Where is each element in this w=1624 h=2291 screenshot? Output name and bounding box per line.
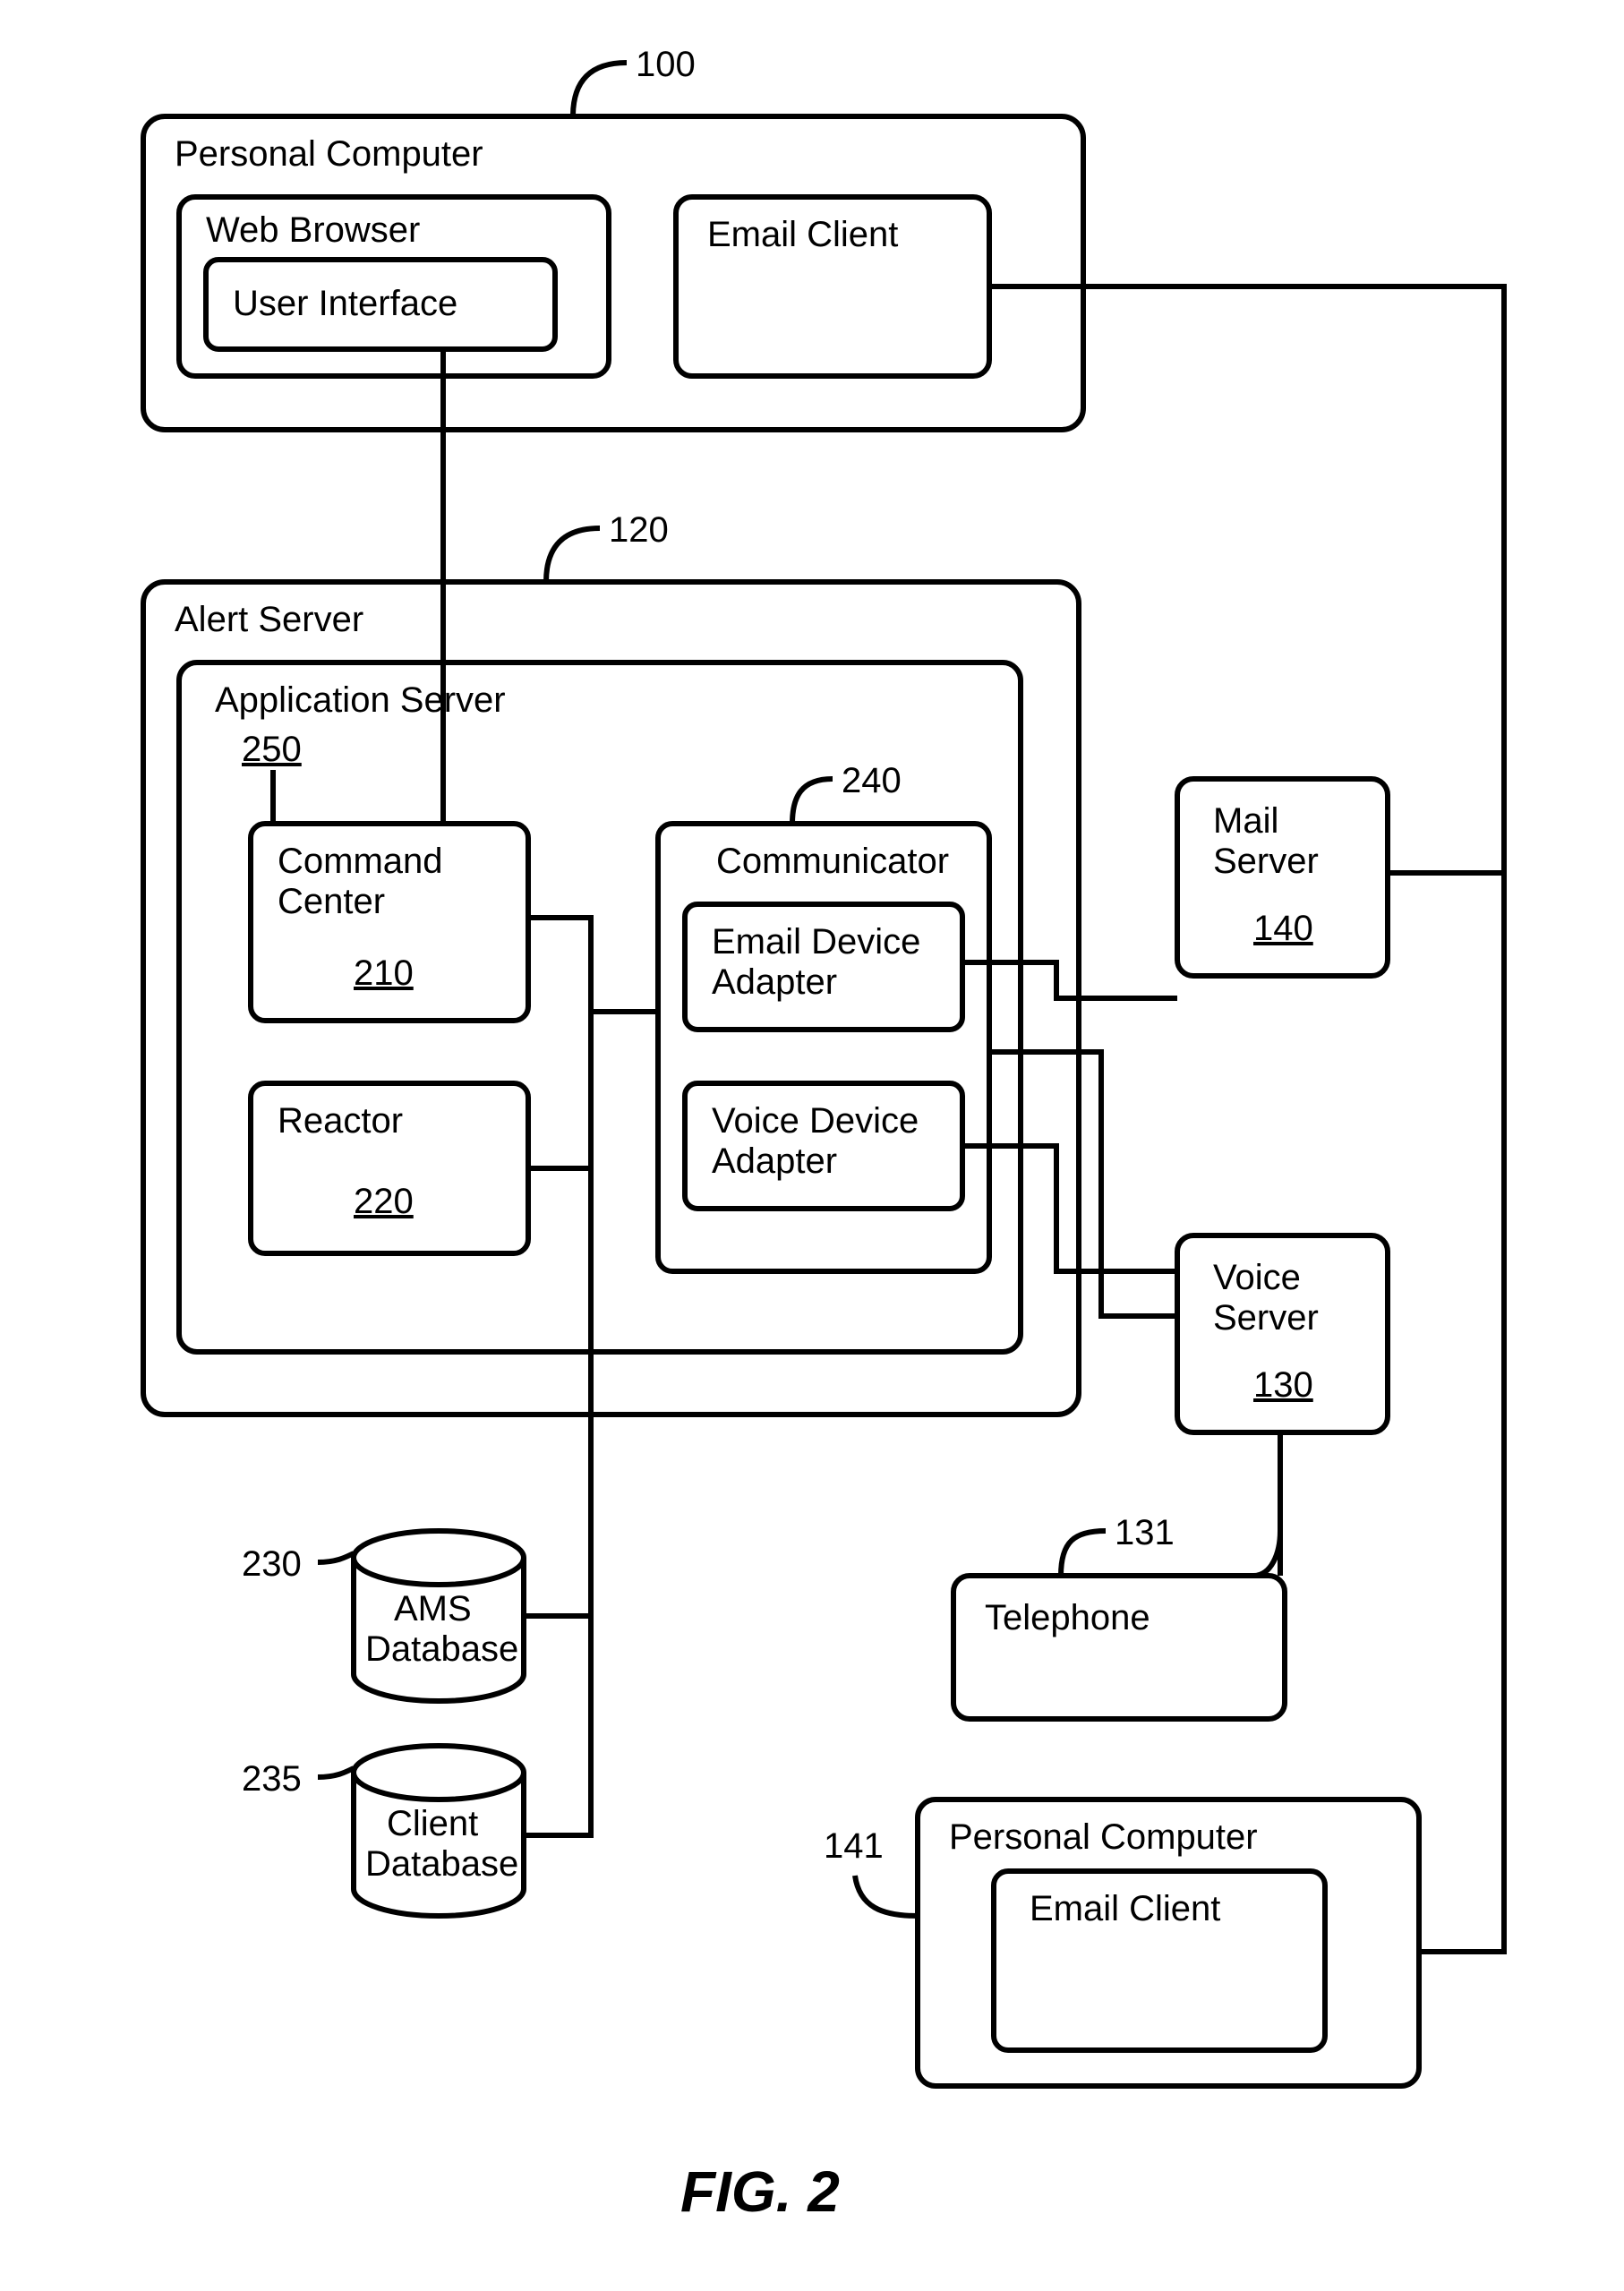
voice-server-l1: Voice <box>1213 1258 1301 1297</box>
reactor-title: Reactor <box>278 1101 403 1141</box>
client-db: Client Database <box>354 1746 524 1916</box>
ams-db: AMS Database <box>354 1531 524 1701</box>
communicator-title: Communicator <box>716 842 949 881</box>
ams-db-ref: 230 <box>242 1544 302 1584</box>
communicator-ref: 240 <box>842 761 902 800</box>
telephone-ref: 131 <box>1115 1513 1175 1552</box>
reactor-ref: 220 <box>354 1182 414 1221</box>
alert-server-container: Alert Server Application Server 250 Comm… <box>143 582 1079 1415</box>
mail-server-l1: Mail <box>1213 801 1278 841</box>
email-adapter-l1: Email Device <box>712 922 920 962</box>
client-db-ref: 235 <box>242 1759 302 1799</box>
mail-server-ref: 140 <box>1253 909 1313 948</box>
client-db-l1: Client <box>387 1804 478 1843</box>
diagram-canvas: Personal Computer Web Browser User Inter… <box>0 0 1624 2291</box>
user-interface-label: User Interface <box>233 284 457 323</box>
voice-adapter-l1: Voice Device <box>712 1101 919 1141</box>
command-center-ref: 210 <box>354 953 414 993</box>
app-server-ref: 250 <box>242 730 302 769</box>
web-browser-label: Web Browser <box>206 210 420 250</box>
app-server-title: Application Server <box>215 680 506 720</box>
alert-server-title: Alert Server <box>175 600 363 639</box>
voice-server-ref: 130 <box>1253 1365 1313 1405</box>
pc2-ref: 141 <box>824 1826 884 1866</box>
figure-label: FIG. 2 <box>680 2159 840 2224</box>
telephone-title: Telephone <box>985 1598 1150 1637</box>
mail-server-l2: Server <box>1213 842 1319 881</box>
command-center-l1: Command <box>278 842 443 881</box>
pc1-email-client-label: Email Client <box>707 215 898 254</box>
ams-db-l1: AMS <box>394 1589 472 1628</box>
client-db-l2: Database <box>365 1844 518 1884</box>
email-adapter-l2: Adapter <box>712 962 837 1002</box>
ams-db-l2: Database <box>365 1629 518 1669</box>
command-center-l2: Center <box>278 882 385 921</box>
pc1-title: Personal Computer <box>175 134 483 174</box>
voice-adapter-l2: Adapter <box>712 1141 837 1181</box>
pc1-container: Personal Computer Web Browser User Inter… <box>143 116 1083 430</box>
pc1-ref: 100 <box>636 45 696 84</box>
pc2-title: Personal Computer <box>949 1817 1258 1857</box>
voice-server-l2: Server <box>1213 1298 1319 1338</box>
alert-server-ref: 120 <box>609 510 669 550</box>
pc2-email-client: Email Client <box>1030 1889 1220 1928</box>
